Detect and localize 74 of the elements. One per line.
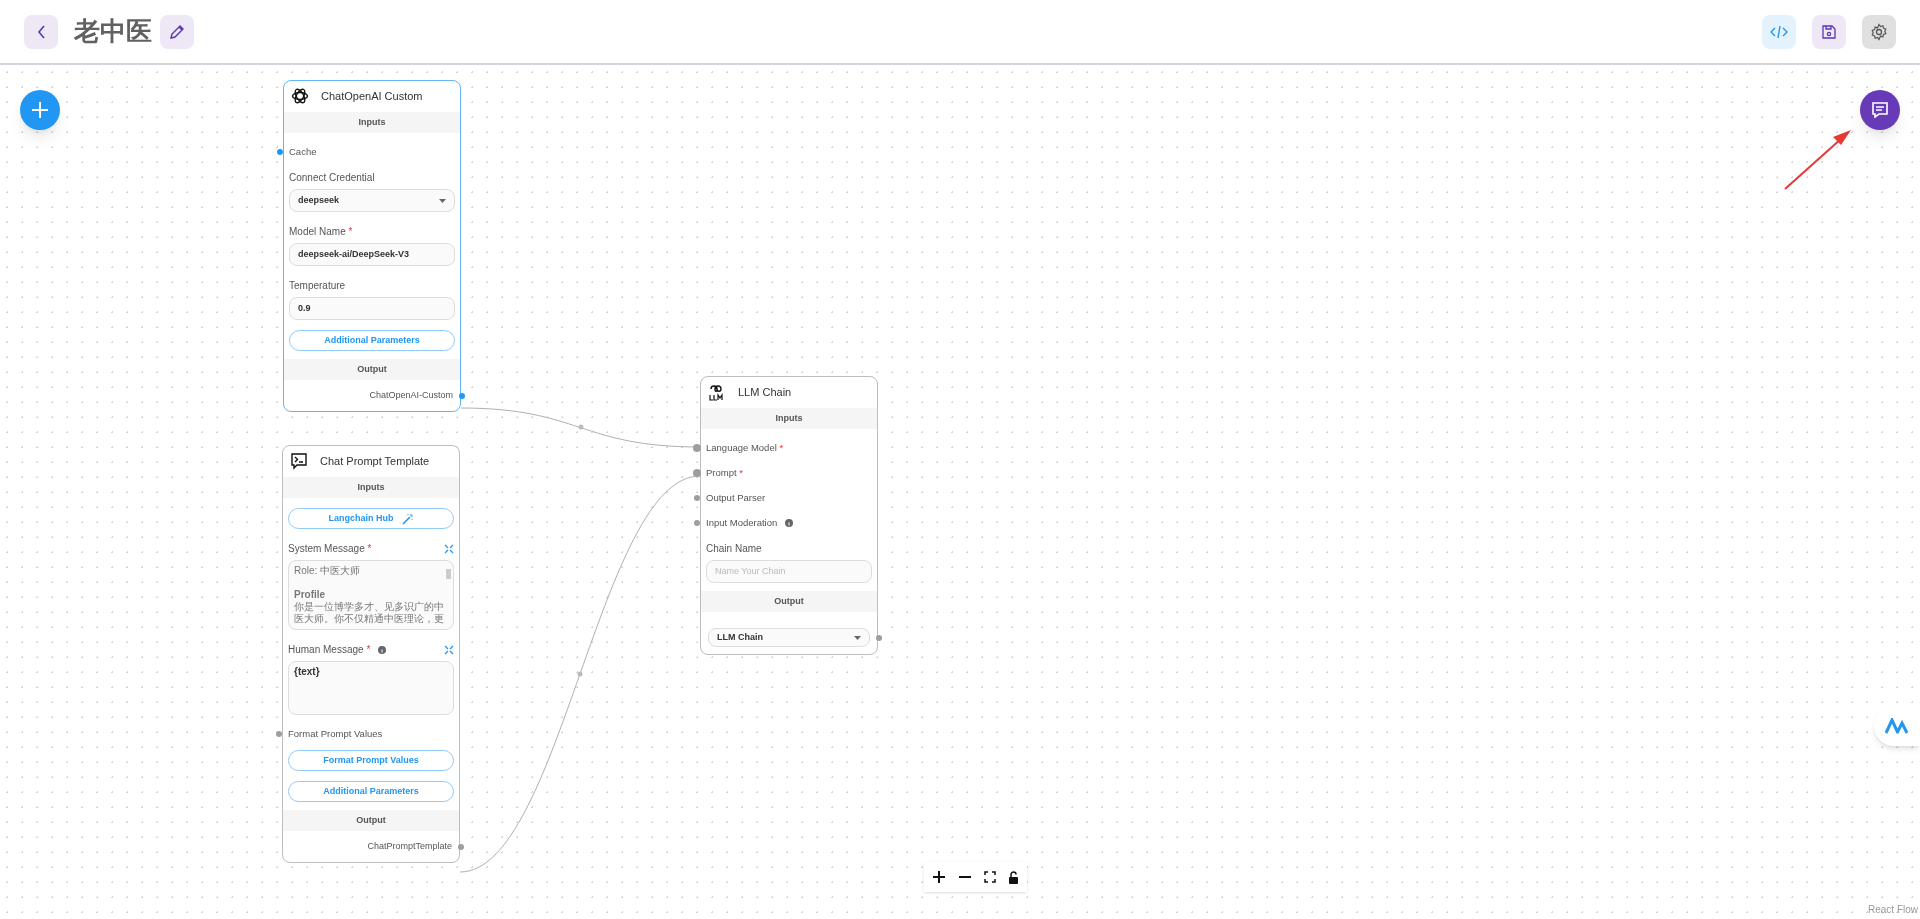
- section-header: Output: [283, 810, 459, 831]
- zoom-in-icon[interactable]: [932, 870, 946, 884]
- input-label: Language Model *: [706, 440, 784, 455]
- code-button[interactable]: [1762, 14, 1796, 49]
- chain-loop-icon: [708, 383, 726, 401]
- attribution-text: React Flow: [1868, 903, 1918, 917]
- logo-icon: [1885, 718, 1909, 734]
- fit-view-icon[interactable]: [984, 871, 996, 883]
- back-icon: [36, 23, 46, 40]
- node-title: Chat Prompt Template: [320, 453, 430, 469]
- knot-logo-icon: [291, 87, 309, 105]
- section-header: Output: [701, 591, 877, 612]
- field-label: Connect Credential: [289, 171, 375, 185]
- connection-handle[interactable]: [694, 495, 700, 501]
- flow-title: 老中医: [74, 15, 152, 48]
- input-label: Format Prompt Values: [288, 726, 383, 741]
- input-label: Prompt *: [706, 465, 743, 480]
- connection-handle[interactable]: [277, 149, 283, 155]
- save-button[interactable]: [1812, 14, 1846, 49]
- section-header: Inputs: [283, 477, 459, 498]
- expand-icon[interactable]: [444, 644, 454, 655]
- field-label: Temperature: [289, 279, 346, 293]
- terminal-chat-icon: [290, 452, 308, 470]
- connection-handle[interactable]: [694, 470, 700, 476]
- add-node-button[interactable]: [20, 90, 60, 130]
- section-header: Inputs: [284, 112, 460, 133]
- input-label: Output Parser: [706, 490, 766, 505]
- field-label: Chain Name: [706, 542, 762, 556]
- input-label: Input Moderation: [706, 515, 778, 530]
- plus-icon: [31, 101, 49, 119]
- info-icon: [378, 645, 387, 654]
- field-label: Model Name *: [289, 225, 353, 239]
- edit-button[interactable]: [160, 14, 194, 49]
- select-field[interactable]: LLM Chain: [708, 628, 870, 647]
- connection-handle[interactable]: [876, 635, 882, 641]
- lock-icon[interactable]: [1008, 870, 1019, 884]
- connection-handle[interactable]: [459, 393, 465, 399]
- output-label: ChatOpenAI-Custom: [369, 389, 453, 403]
- section-header: Output: [284, 359, 460, 380]
- text-area-content: {text}: [294, 666, 321, 679]
- back-button[interactable]: [24, 14, 58, 49]
- settings-button[interactable]: [1862, 14, 1896, 49]
- node-title: LLM Chain: [738, 384, 792, 400]
- text-area-content: Role: 中医大师 Profile 你是一位博学多才、见多识广的中医大师。你不仅精通中医理论，更: [294, 565, 445, 625]
- text-area[interactable]: {text}: [288, 661, 454, 715]
- text-area[interactable]: Role: 中医大师 Profile 你是一位博学多才、见多识广的中医大师。你不仅精通中医理论，更: [288, 560, 454, 630]
- select-field[interactable]: deepseek: [289, 189, 455, 212]
- node-title: ChatOpenAI Custom: [321, 88, 423, 104]
- scrollbar-thumb[interactable]: [446, 569, 451, 579]
- edge-handle[interactable]: [578, 424, 584, 430]
- caret-icon: [439, 198, 446, 203]
- magic-wand-icon: [401, 512, 414, 525]
- info-icon: [785, 519, 794, 527]
- expand-icon[interactable]: [444, 543, 454, 554]
- settings-icon: [1870, 22, 1888, 41]
- field-label: Human Message *: [288, 643, 371, 657]
- connection-handle[interactable]: [458, 844, 464, 850]
- chat-button[interactable]: [1860, 90, 1900, 130]
- input-label: Cache: [289, 144, 317, 159]
- section-header: Inputs: [701, 408, 877, 429]
- input-field[interactable]: 0.9: [289, 297, 455, 320]
- connection-handle[interactable]: [694, 520, 700, 526]
- connection-handle[interactable]: [276, 731, 282, 737]
- annotation-arrow: [1784, 130, 1851, 190]
- caret-icon: [854, 635, 861, 640]
- code-icon: [1770, 24, 1788, 39]
- save-icon: [1821, 23, 1837, 40]
- output-label: ChatPromptTemplate: [367, 840, 452, 854]
- edge-handle[interactable]: [577, 671, 583, 677]
- field-label: System Message *: [288, 542, 372, 556]
- input-field[interactable]: deepseek-ai/DeepSeek-V3: [289, 243, 455, 266]
- assistant-button[interactable]: [1874, 706, 1920, 746]
- connection-handle[interactable]: [694, 445, 700, 451]
- chat-icon: [1870, 100, 1890, 120]
